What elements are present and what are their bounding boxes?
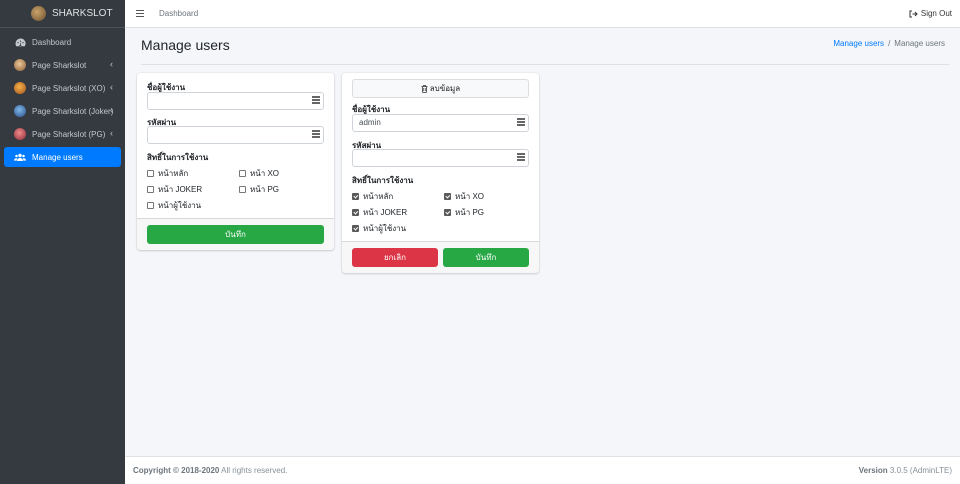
password-input[interactable] (352, 149, 529, 167)
topbar: Dashboard Sign Out (125, 0, 960, 28)
password-input[interactable] (147, 126, 324, 144)
perm-pg-checkbox[interactable]: หน้า PG (444, 206, 484, 219)
header-divider (141, 64, 949, 65)
copyright-years: Copyright © 2018-2020 (133, 466, 220, 475)
new-user-card: ชื่อผู้ใช้งาน รหัสผ่าน สิทธิ์ในการใช้งาน… (137, 73, 334, 250)
sign-out-icon (909, 10, 918, 17)
sign-out-button[interactable]: Sign Out (909, 9, 952, 18)
version-label: Version (858, 466, 888, 475)
sidebar-item-page-sharkslot[interactable]: Page Sharkslot ‹ (4, 55, 121, 75)
perm-label: หน้า PG (455, 208, 485, 217)
sidebar-item-page-sharkslot-joker[interactable]: Page Sharkslot (Joker) ‹ (4, 101, 121, 121)
sidebar-item-label: Page Sharkslot (XO) (32, 83, 106, 93)
perm-label: หน้า JOKER (363, 208, 408, 217)
checkbox-unchecked-icon (239, 186, 246, 193)
save-button[interactable]: บันทึก (443, 248, 529, 267)
brand-link[interactable]: SHARKSLOT (0, 0, 125, 28)
brand-logo (31, 6, 46, 21)
autofill-key-icon (312, 130, 320, 138)
joker-avatar-icon (14, 105, 26, 117)
perm-label: หน้า XO (250, 169, 280, 178)
chevron-left-icon: ‹ (110, 59, 113, 69)
checkbox-unchecked-icon (147, 202, 154, 209)
version-value: 3.0.5 (AdminLTE) (887, 466, 952, 475)
username-input[interactable]: admin (352, 114, 529, 132)
permissions-label: สิทธิ์ในการใช้งาน (352, 176, 414, 185)
perm-users-checkbox[interactable]: หน้าผู้ใช้งาน (147, 199, 201, 212)
sidebar-item-label: Page Sharkslot (32, 60, 87, 70)
checkbox-checked-icon (352, 193, 359, 200)
sign-out-label: Sign Out (920, 9, 952, 18)
perm-joker-checkbox[interactable]: หน้า JOKER (147, 183, 202, 196)
brand-name: SHARKSLOT (52, 8, 113, 19)
menu-toggle-icon[interactable] (136, 10, 144, 17)
tachometer-icon (14, 36, 26, 48)
checkbox-checked-icon (352, 209, 359, 216)
delete-label: ลบข้อมูล (429, 84, 461, 93)
sidebar-item-page-sharkslot-xo[interactable]: Page Sharkslot (XO) ‹ (4, 78, 121, 98)
perm-label: หน้าผู้ใช้งาน (363, 224, 407, 233)
trash-icon (421, 84, 428, 93)
sidebar: SHARKSLOT Dashboard Page Sharkslot ‹ Pag… (0, 0, 125, 484)
copyright-rights: All rights reserved. (219, 466, 288, 475)
sidebar-item-label: Manage users (32, 152, 83, 162)
autofill-key-icon (517, 118, 525, 126)
sidebar-item-label: Page Sharkslot (PG) (32, 129, 106, 139)
perm-xo-checkbox[interactable]: หน้า XO (239, 167, 279, 180)
sidebar-item-page-sharkslot-pg[interactable]: Page Sharkslot (PG) ‹ (4, 124, 121, 144)
pg-avatar-icon (14, 128, 26, 140)
permissions-label: สิทธิ์ในการใช้งาน (147, 153, 209, 162)
breadcrumb: Manage users / Manage users (833, 39, 945, 48)
breadcrumb-current: Manage users (894, 39, 945, 48)
perm-main-checkbox[interactable]: หน้าหลัก (352, 190, 393, 203)
sidebar-item-manage-users[interactable]: Manage users (4, 147, 121, 167)
perm-label: หน้าหลัก (363, 192, 394, 201)
sidebar-item-dashboard[interactable]: Dashboard (4, 32, 121, 52)
username-input[interactable] (147, 92, 324, 110)
chevron-left-icon: ‹ (110, 128, 113, 138)
sidebar-nav: Dashboard Page Sharkslot ‹ Page Sharkslo… (0, 28, 125, 167)
checkbox-checked-icon (444, 193, 451, 200)
delete-button[interactable]: ลบข้อมูล (352, 79, 529, 98)
perm-label: หน้าหลัก (158, 169, 189, 178)
chevron-left-icon: ‹ (110, 105, 113, 115)
checkbox-unchecked-icon (239, 170, 246, 177)
autofill-key-icon (312, 96, 320, 104)
checkbox-checked-icon (444, 209, 451, 216)
perm-pg-checkbox[interactable]: หน้า PG (239, 183, 279, 196)
breadcrumb-link[interactable]: Manage users (833, 39, 884, 48)
sidebar-item-label: Dashboard (32, 37, 72, 47)
cancel-button[interactable]: ยกเลิก (352, 248, 438, 267)
perm-label: หน้า PG (250, 185, 280, 194)
autofill-key-icon (517, 153, 525, 161)
perm-label: หน้าผู้ใช้งาน (158, 201, 202, 210)
xo-avatar-icon (14, 82, 26, 94)
copyright: Copyright © 2018-2020 All rights reserve… (133, 466, 287, 475)
page-footer: Copyright © 2018-2020 All rights reserve… (125, 456, 960, 484)
edit-user-card: ลบข้อมูล ชื่อผู้ใช้งาน admin รหัสผ่าน สิ… (342, 73, 539, 273)
perm-xo-checkbox[interactable]: หน้า XO (444, 190, 484, 203)
sidebar-item-label: Page Sharkslot (Joker) (32, 106, 114, 116)
sharkslot-avatar-icon (14, 59, 26, 71)
perm-joker-checkbox[interactable]: หน้า JOKER (352, 206, 407, 219)
perm-users-checkbox[interactable]: หน้าผู้ใช้งาน (352, 222, 406, 235)
users-icon (14, 151, 26, 163)
topbar-dashboard-link[interactable]: Dashboard (159, 9, 198, 18)
checkbox-unchecked-icon (147, 186, 154, 193)
perm-label: หน้า JOKER (158, 185, 203, 194)
checkbox-checked-icon (352, 225, 359, 232)
page-title: Manage users (141, 37, 230, 53)
chevron-left-icon: ‹ (110, 82, 113, 92)
save-button[interactable]: บันทึก (147, 225, 324, 244)
perm-label: หน้า XO (455, 192, 485, 201)
checkbox-unchecked-icon (147, 170, 154, 177)
perm-main-checkbox[interactable]: หน้าหลัก (147, 167, 188, 180)
version-info: Version 3.0.5 (AdminLTE) (859, 466, 952, 475)
